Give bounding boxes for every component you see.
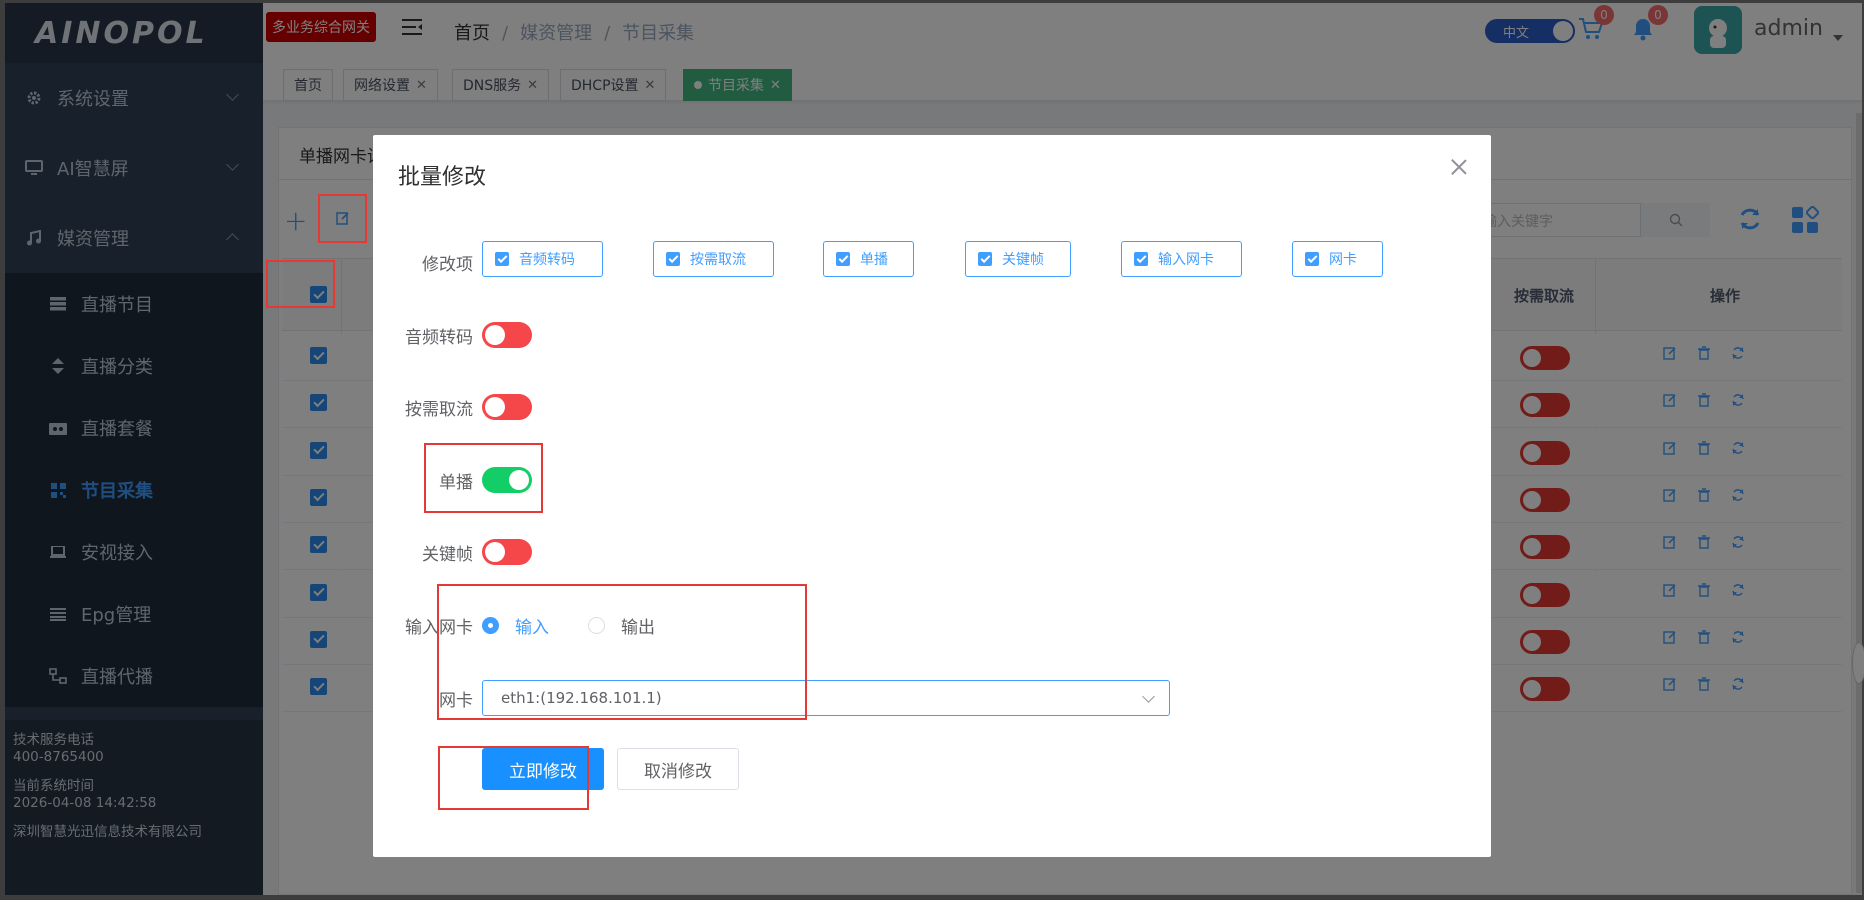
option-label: 输入网卡 [1158,252,1214,268]
nic-select-value: eth1:(192.168.101.1) [501,689,662,707]
option-label: 按需取流 [690,252,746,268]
option-audio-transcode[interactable]: 音频转码 [482,241,603,277]
close-icon[interactable] [1451,159,1467,175]
option-label: 关键帧 [1002,252,1044,268]
radio-circle [482,617,499,634]
fields-label: 修改项 [422,255,473,275]
option-nic[interactable]: 网卡 [1292,241,1383,277]
on-demand-switch[interactable] [482,394,532,420]
keyframe-switch[interactable] [482,539,532,565]
checkbox [1305,252,1319,266]
batch-edit-dialog: 批量修改 修改项 音频转码 按需取流 单播 关键帧 输入网卡 网卡 音频转码 按… [373,135,1491,857]
radio-input[interactable]: 输入 [482,613,549,638]
unicast-label: 单播 [439,473,473,493]
option-label: 网卡 [1329,252,1357,268]
cancel-button[interactable]: 取消修改 [617,748,739,790]
option-unicast[interactable]: 单播 [823,241,914,277]
checkbox [1134,252,1148,266]
keyframe-label: 关键帧 [422,545,473,565]
option-on-demand[interactable]: 按需取流 [653,241,774,277]
option-keyframe[interactable]: 关键帧 [965,241,1071,277]
dialog-title: 批量修改 [398,165,487,190]
radio-output[interactable]: 输出 [588,613,655,638]
option-label: 音频转码 [519,252,575,268]
radio-label: 输入 [515,618,549,638]
radio-label: 输出 [621,618,655,638]
input-nic-label: 输入网卡 [405,618,473,638]
audio-transcode-label: 音频转码 [405,328,473,348]
option-label: 单播 [860,252,888,268]
on-demand-label: 按需取流 [405,400,473,420]
option-input-nic[interactable]: 输入网卡 [1121,241,1242,277]
checkbox [836,252,850,266]
chevron-down-icon [1142,690,1155,703]
audio-transcode-switch[interactable] [482,322,532,348]
radio-circle [588,617,605,634]
unicast-switch[interactable] [482,467,532,493]
checkbox [978,252,992,266]
submit-button[interactable]: 立即修改 [482,748,604,790]
checkbox [495,252,509,266]
nic-select[interactable]: eth1:(192.168.101.1) [482,680,1170,716]
checkbox [666,252,680,266]
nic-select-label: 网卡 [439,691,473,711]
